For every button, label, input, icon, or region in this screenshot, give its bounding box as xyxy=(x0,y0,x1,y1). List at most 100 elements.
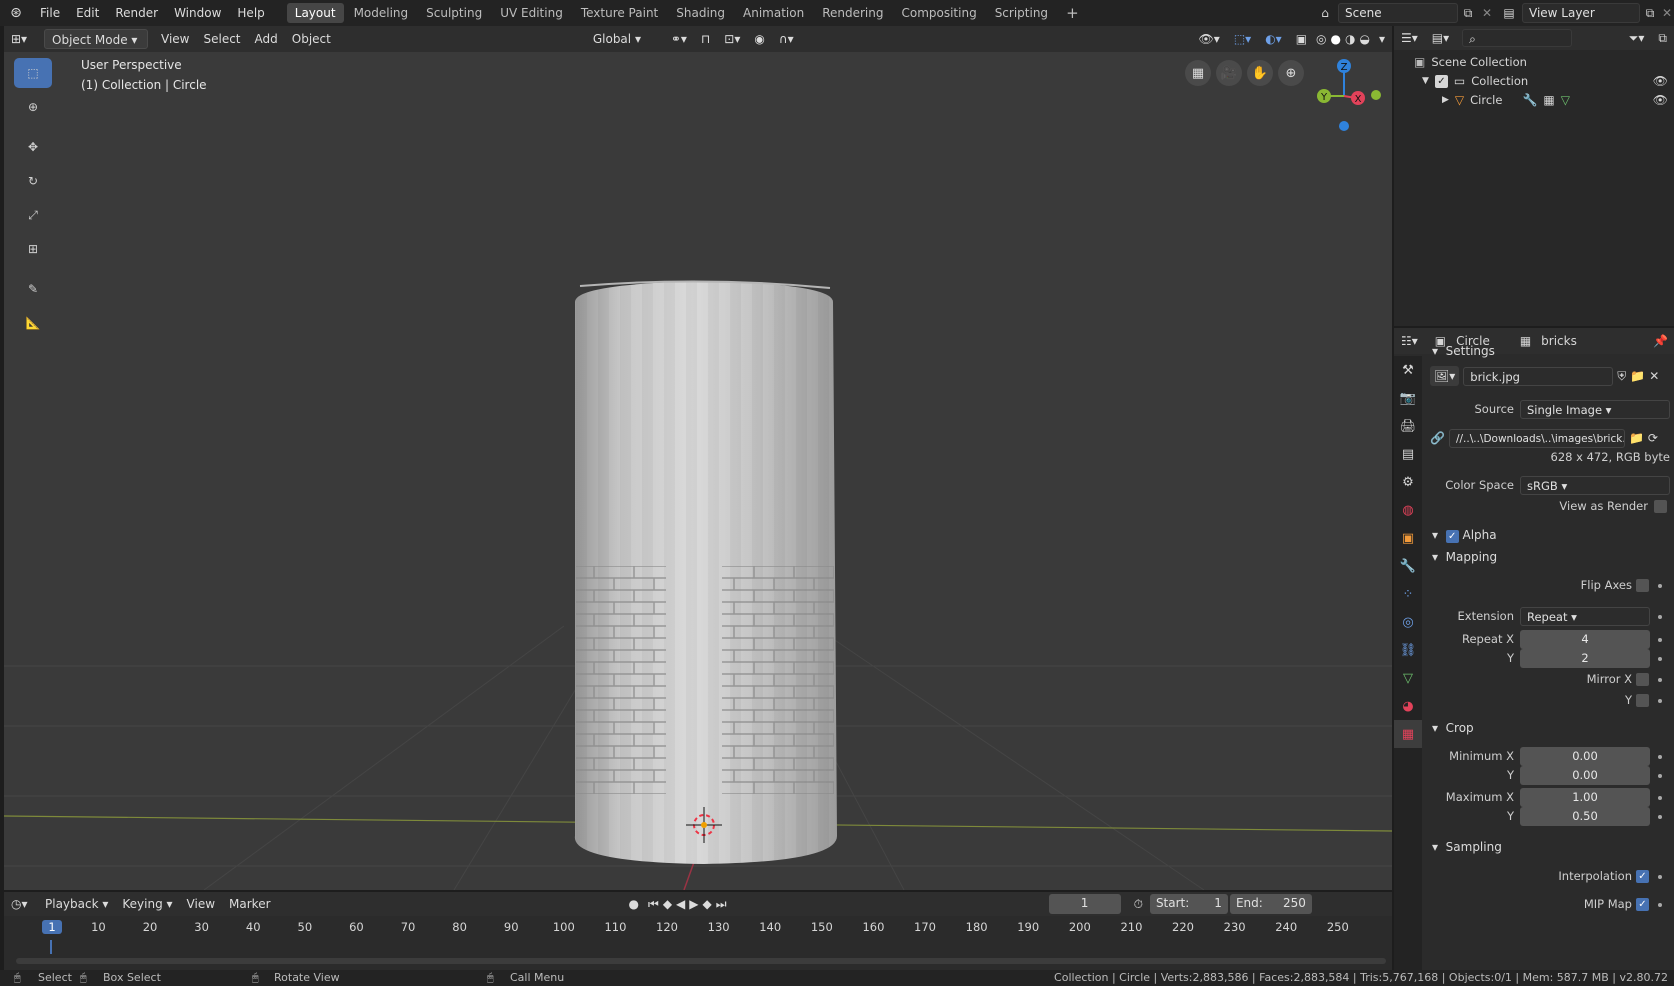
visibility-icon[interactable]: 👁▾ xyxy=(1192,29,1227,49)
3d-viewport[interactable]: ⊞▾ Object Mode ▾ View Select Add Object … xyxy=(4,26,1392,890)
snap-icon[interactable]: ⊓ xyxy=(694,29,717,49)
particles-tab-icon[interactable]: ⁘ xyxy=(1394,580,1422,608)
reload-image-icon[interactable]: ⟳ xyxy=(1648,431,1658,445)
source-dropdown[interactable]: Single Image ▾ xyxy=(1520,400,1670,419)
navigation-gizmo[interactable]: Z X Y xyxy=(1304,56,1384,136)
scene-icon[interactable]: ⌂ xyxy=(1312,6,1338,20)
view-layer-icon[interactable]: ▤ xyxy=(1496,6,1522,20)
extension-dropdown[interactable]: Repeat ▾ xyxy=(1520,607,1650,626)
outliner-editor-type-icon[interactable]: ☰▾ xyxy=(1394,28,1425,48)
transform-orientation-dropdown[interactable]: Global ▾ xyxy=(586,29,664,49)
tab-compositing[interactable]: Compositing xyxy=(893,3,984,23)
select-box-tool-icon[interactable]: ⬚ xyxy=(14,58,52,88)
play-icon[interactable]: ▶ xyxy=(687,894,700,914)
jump-end-icon[interactable]: ⏭ xyxy=(714,894,729,914)
move-tool-icon[interactable]: ✥ xyxy=(14,132,52,162)
record-icon[interactable]: ● xyxy=(622,894,646,914)
proportional-edit-icon[interactable]: ◉ xyxy=(747,29,771,49)
open-image-folder-icon[interactable]: 📁 xyxy=(1630,369,1645,383)
settings-section[interactable]: ▾ Settings xyxy=(1432,344,1495,358)
material-tab-icon[interactable]: ◕ xyxy=(1394,692,1422,720)
new-view-layer-icon[interactable]: ⧉ xyxy=(1640,6,1660,21)
menu-add[interactable]: Add xyxy=(248,29,285,49)
tab-rendering[interactable]: Rendering xyxy=(814,3,891,23)
expand-arrow-icon[interactable]: ▶ xyxy=(1442,95,1449,105)
jump-start-icon[interactable]: ⏮ xyxy=(646,894,661,914)
keyframe-dot[interactable] xyxy=(1658,815,1662,819)
keyframe-dot[interactable] xyxy=(1658,678,1662,682)
alpha-section[interactable]: ▾ ✓ Alpha xyxy=(1432,528,1497,543)
menu-timeline-view[interactable]: View xyxy=(180,894,222,914)
frame-ruler[interactable]: 1 10 20 30 40 50 60 70 80 90 100 110 120 130 140 150 160… xyxy=(4,918,1392,938)
keyframe-dot[interactable] xyxy=(1658,774,1662,778)
stopwatch-icon[interactable]: ⏱ xyxy=(1127,894,1150,914)
menu-view[interactable]: View xyxy=(154,29,196,49)
tab-shading[interactable]: Shading xyxy=(668,3,733,23)
keyframe-dot[interactable] xyxy=(1658,657,1662,661)
rotate-tool-icon[interactable]: ↻ xyxy=(14,166,52,196)
image-name-field[interactable]: brick.jpg xyxy=(1463,366,1614,386)
menu-render[interactable]: Render xyxy=(107,2,166,24)
menu-edit[interactable]: Edit xyxy=(68,2,107,24)
texture-tab-icon[interactable]: ▦ xyxy=(1394,720,1422,748)
filter-icon[interactable]: ⏷▾ xyxy=(1622,28,1652,48)
menu-playback[interactable]: Playback ▾ xyxy=(38,894,115,914)
keyframe-dot[interactable] xyxy=(1658,796,1662,800)
transform-tool-icon[interactable]: ⊞ xyxy=(14,234,52,264)
delete-view-layer-icon[interactable]: ✕ xyxy=(1660,6,1674,20)
viewport-scene[interactable] xyxy=(4,26,1392,890)
tab-animation[interactable]: Animation xyxy=(735,3,812,23)
flip-axes-checkbox[interactable] xyxy=(1636,579,1649,592)
view-layer-tab-icon[interactable]: ▤ xyxy=(1394,440,1422,468)
modifier-tab-icon[interactable]: 🔧 xyxy=(1394,552,1422,580)
constraints-tab-icon[interactable]: ⛓ xyxy=(1394,636,1422,664)
menu-select[interactable]: Select xyxy=(196,29,247,49)
interpolation-checkbox[interactable]: ✓ xyxy=(1636,870,1649,883)
crop-section[interactable]: ▾ Crop xyxy=(1432,721,1474,735)
new-collection-icon[interactable]: ⧉ xyxy=(1651,28,1674,48)
shading-wireframe-icon[interactable]: ◎ xyxy=(1314,29,1328,49)
keyframe-dot[interactable] xyxy=(1658,615,1662,619)
alpha-checkbox[interactable]: ✓ xyxy=(1445,530,1459,543)
data-tab-icon[interactable]: ▽ xyxy=(1394,664,1422,692)
collection-visibility-eye-icon[interactable]: 👁 xyxy=(1653,74,1668,88)
outliner-row-collection[interactable]: ▼ ✓ ▭ Collection 👁 xyxy=(1422,74,1674,88)
expand-arrow-icon[interactable]: ▼ xyxy=(1422,76,1429,86)
zoom-view-icon[interactable]: ⊕ xyxy=(1278,60,1304,86)
world-tab-icon[interactable]: ◍ xyxy=(1394,496,1422,524)
object-mode-dropdown[interactable]: Object Mode ▾ xyxy=(44,29,148,49)
physics-tab-icon[interactable]: ◎ xyxy=(1394,608,1422,636)
tab-scripting[interactable]: Scripting xyxy=(987,3,1056,23)
cursor-tool-icon[interactable]: ⊕ xyxy=(14,92,52,122)
repeat-x-field[interactable]: 4 xyxy=(1520,630,1650,649)
falloff-icon[interactable]: ∩▾ xyxy=(772,29,801,49)
color-space-dropdown[interactable]: sRGB ▾ xyxy=(1520,476,1670,495)
view-layer-field[interactable]: View Layer xyxy=(1522,3,1640,23)
annotate-tool-icon[interactable]: ✎ xyxy=(14,274,52,304)
image-browse-icon[interactable]: 🖼▾ xyxy=(1430,366,1460,386)
gizmo-toggle-icon[interactable]: ⬚▾ xyxy=(1227,29,1258,49)
collection-checkbox[interactable]: ✓ xyxy=(1434,74,1448,88)
keyframe-dot[interactable] xyxy=(1658,638,1662,642)
mirror-x-checkbox[interactable] xyxy=(1636,673,1649,686)
tool-tab-icon[interactable]: ⚒ xyxy=(1394,356,1422,384)
jump-keyframe-back-icon[interactable]: ◆ xyxy=(661,894,674,914)
keyframe-dot[interactable] xyxy=(1658,755,1662,759)
keyframe-dot[interactable] xyxy=(1658,584,1662,588)
play-reverse-icon[interactable]: ◀ xyxy=(674,894,687,914)
start-frame-field[interactable]: Start: 1 xyxy=(1149,894,1228,914)
measure-tool-icon[interactable]: 📐 xyxy=(14,308,52,338)
menu-marker[interactable]: Marker xyxy=(222,894,277,914)
unlink-image-icon[interactable]: ✕ xyxy=(1649,369,1659,383)
tab-sculpting[interactable]: Sculpting xyxy=(418,3,490,23)
camera-view-icon[interactable]: 🎥 xyxy=(1216,60,1242,86)
filepath-browse-icon[interactable]: 📁 xyxy=(1629,431,1644,445)
menu-window[interactable]: Window xyxy=(166,2,229,24)
display-mode-icon[interactable]: ▤▾ xyxy=(1425,28,1456,48)
pin-icon[interactable]: 📌 xyxy=(1653,334,1668,348)
menu-object[interactable]: Object xyxy=(285,29,338,49)
shading-rendered-icon[interactable]: ◒ xyxy=(1357,29,1371,49)
filepath-field[interactable]: //..\..\Downloads\..\images\brick.jpg xyxy=(1448,428,1625,448)
min-x-field[interactable]: 0.00 xyxy=(1520,747,1650,766)
blender-logo-icon[interactable]: ⊛ xyxy=(0,5,32,21)
